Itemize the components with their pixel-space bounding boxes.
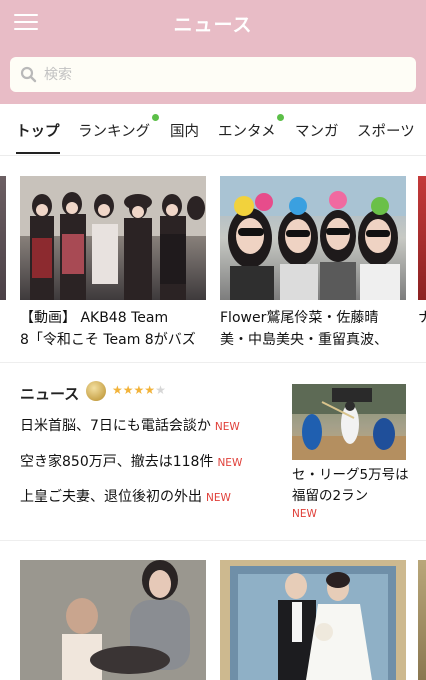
- feature-card-caption[interactable]: ナ: [418, 307, 426, 329]
- tab-domestic[interactable]: 国内: [170, 120, 199, 141]
- search-input[interactable]: [44, 61, 404, 88]
- side-story-title[interactable]: セ・リーグ5万号は福留の2ラン: [292, 465, 412, 507]
- wedding-photo-image: [220, 560, 406, 680]
- new-badge: NEW: [214, 421, 240, 433]
- feature-card-image[interactable]: [20, 176, 206, 300]
- tab-entertainment-dot: [277, 114, 284, 121]
- feature-card-caption[interactable]: 【動画】 AKB48 Team 8「令和こそ Team 8がバズ: [20, 307, 212, 351]
- mother-child-photo-image: [20, 560, 206, 680]
- feature-card-partial-image[interactable]: [0, 176, 6, 300]
- caption-line: ナ: [418, 310, 426, 326]
- medal-icon: [86, 381, 106, 401]
- page-title: ニュース: [173, 14, 253, 36]
- section-divider: [0, 362, 426, 363]
- caption-line: 【動画】 AKB48 Team: [20, 310, 169, 326]
- caption-line: 8「令和こそ Team 8がバズ: [20, 332, 196, 348]
- headline-item[interactable]: 上皇ご夫妻、退位後初の外出 NEW: [20, 486, 231, 506]
- headline-text: 上皇ご夫妻、退位後初の外出: [20, 489, 202, 505]
- group-photo-image: [20, 176, 206, 300]
- group-photo-image: [220, 176, 406, 300]
- search-bar[interactable]: [10, 57, 416, 92]
- headline-text: 日米首脳、7日にも電話会談か: [20, 418, 211, 434]
- news-section-title[interactable]: ニュース: [20, 383, 79, 404]
- new-badge: NEW: [217, 457, 243, 469]
- feature-card-partial-image[interactable]: [418, 560, 426, 680]
- search-icon: [20, 66, 37, 83]
- section-divider: [0, 540, 426, 541]
- active-tab-indicator: [16, 152, 60, 154]
- tab-manga[interactable]: マンガ: [295, 120, 339, 141]
- tab-sports[interactable]: スポーツ: [357, 120, 415, 141]
- feature-card-caption[interactable]: Flower鷲尾伶菜・佐藤晴 美・中島美央・重留真波、: [220, 307, 412, 351]
- caption-line: Flower鷲尾伶菜・佐藤晴: [220, 310, 379, 326]
- headline-item[interactable]: 空き家850万戸、撤去は118件 NEW: [20, 451, 242, 471]
- caption-line: 美・中島美央・重留真波、: [220, 332, 388, 348]
- tab-ranking-dot: [152, 114, 159, 121]
- category-tabs: トップ ランキング 国内 エンタメ マンガ スポーツ: [0, 104, 426, 156]
- headline-text: 空き家850万戸、撤去は118件: [20, 454, 214, 470]
- tab-top[interactable]: トップ: [16, 120, 60, 141]
- tab-ranking[interactable]: ランキング: [78, 120, 150, 141]
- baseball-photo-image: [292, 384, 406, 460]
- feature-card-partial-image[interactable]: [418, 176, 426, 300]
- new-badge: NEW: [206, 492, 231, 504]
- tab-entertainment[interactable]: エンタメ: [218, 120, 276, 141]
- app-header: ニュース: [0, 0, 426, 104]
- feature-card-image[interactable]: [20, 560, 206, 680]
- feature-card-image[interactable]: [220, 560, 406, 680]
- rating-stars: ★★★★★: [112, 383, 166, 397]
- side-story-image[interactable]: [292, 384, 406, 460]
- feature-card-image[interactable]: [220, 176, 406, 300]
- new-badge: NEW: [292, 508, 317, 520]
- headline-item[interactable]: 日米首脳、7日にも電話会談か NEW: [20, 415, 240, 435]
